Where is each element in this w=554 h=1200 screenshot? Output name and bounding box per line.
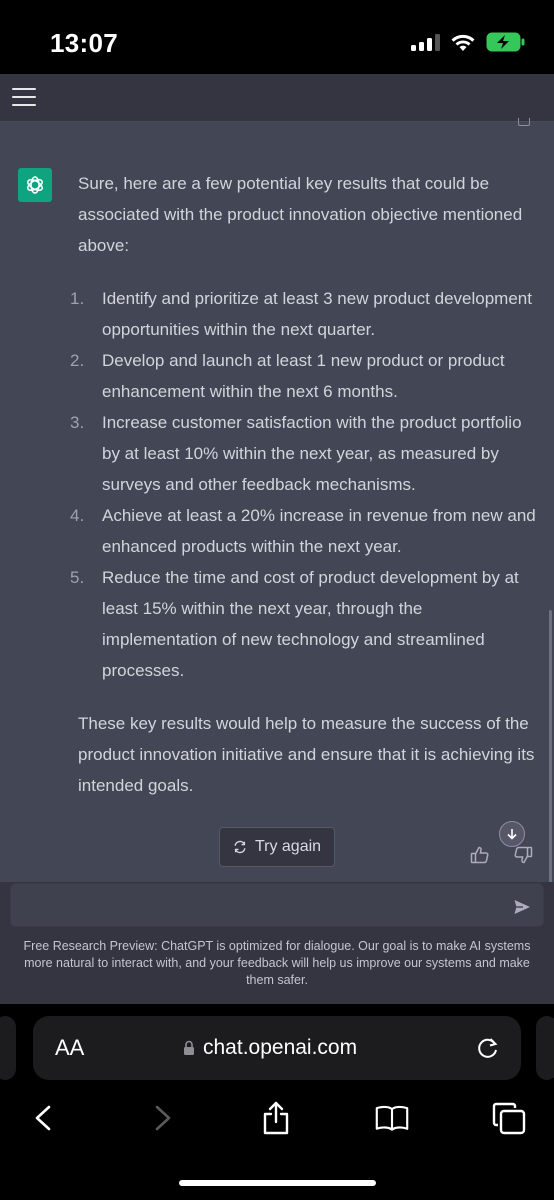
tabs-icon	[492, 1102, 526, 1135]
message-intro: Sure, here are a few potential key resul…	[78, 174, 523, 255]
assistant-message-area: Sure, here are a few potential key resul…	[0, 122, 554, 882]
arrow-down-icon	[507, 829, 517, 840]
reload-icon[interactable]	[475, 1035, 501, 1061]
input-area: Free Research Preview: ChatGPT is optimi…	[0, 882, 554, 1004]
list-item: 1. Identify and prioritize at least 3 new…	[70, 289, 532, 339]
list-item: 3. Increase customer satisfaction with th…	[70, 413, 522, 494]
text-size-button[interactable]: AA	[55, 1035, 84, 1061]
home-indicator[interactable]	[179, 1180, 376, 1186]
previous-tab-edge[interactable]	[0, 1016, 16, 1080]
wifi-icon	[451, 34, 475, 51]
send-icon[interactable]	[513, 898, 531, 916]
disclaimer-text: Free Research Preview: ChatGPT is optimi…	[23, 939, 531, 987]
bookmarks-button[interactable]	[375, 1100, 409, 1136]
thumbs-down-icon[interactable]	[512, 844, 534, 866]
url-display[interactable]: chat.openai.com	[183, 1036, 357, 1060]
status-bar: 13:07	[0, 0, 554, 74]
assistant-message: Sure, here are a few potential key resul…	[70, 168, 538, 801]
chat-header	[0, 74, 554, 122]
url-text: chat.openai.com	[203, 1036, 358, 1059]
key-results-list: 1. Identify and prioritize at least 3 new…	[70, 283, 538, 686]
regenerate-icon	[234, 840, 246, 854]
bookmarks-icon	[375, 1105, 409, 1131]
address-bar[interactable]: AA chat.openai.com	[33, 1016, 521, 1080]
next-tab-edge[interactable]	[536, 1016, 554, 1080]
browser-nav-toolbar	[0, 1100, 554, 1140]
lock-icon	[184, 1040, 194, 1055]
list-item: 2. Develop and launch at least 1 new prod…	[70, 351, 505, 401]
copy-icon[interactable]	[518, 118, 530, 126]
list-item: 5. Reduce the time and cost of product de…	[70, 568, 519, 680]
back-button[interactable]	[26, 1100, 60, 1136]
try-again-button[interactable]: Try again	[219, 827, 335, 867]
signal-icon	[411, 33, 440, 51]
back-icon	[35, 1105, 51, 1131]
status-time: 13:07	[50, 28, 118, 58]
tabs-button[interactable]	[492, 1100, 526, 1136]
text-size-label: AA	[55, 1035, 85, 1060]
browser-toolbar: AA chat.openai.com	[0, 1004, 554, 1200]
forward-icon	[155, 1105, 171, 1131]
try-again-label: Try again	[254, 838, 322, 855]
hamburger-menu-icon[interactable]	[12, 88, 36, 106]
prompt-input[interactable]	[10, 883, 544, 927]
forward-button[interactable]	[146, 1100, 180, 1136]
openai-logo-icon	[18, 168, 52, 202]
battery-charging-icon	[486, 32, 525, 52]
scrollbar[interactable]	[549, 610, 552, 882]
share-button[interactable]	[259, 1100, 293, 1136]
status-icons	[411, 32, 526, 52]
list-item: 4. Achieve at least a 20% increase in rev…	[70, 506, 536, 556]
message-outro: These key results would help to measure …	[78, 714, 535, 795]
share-icon	[263, 1101, 289, 1135]
thumbs-up-icon[interactable]	[469, 844, 491, 866]
